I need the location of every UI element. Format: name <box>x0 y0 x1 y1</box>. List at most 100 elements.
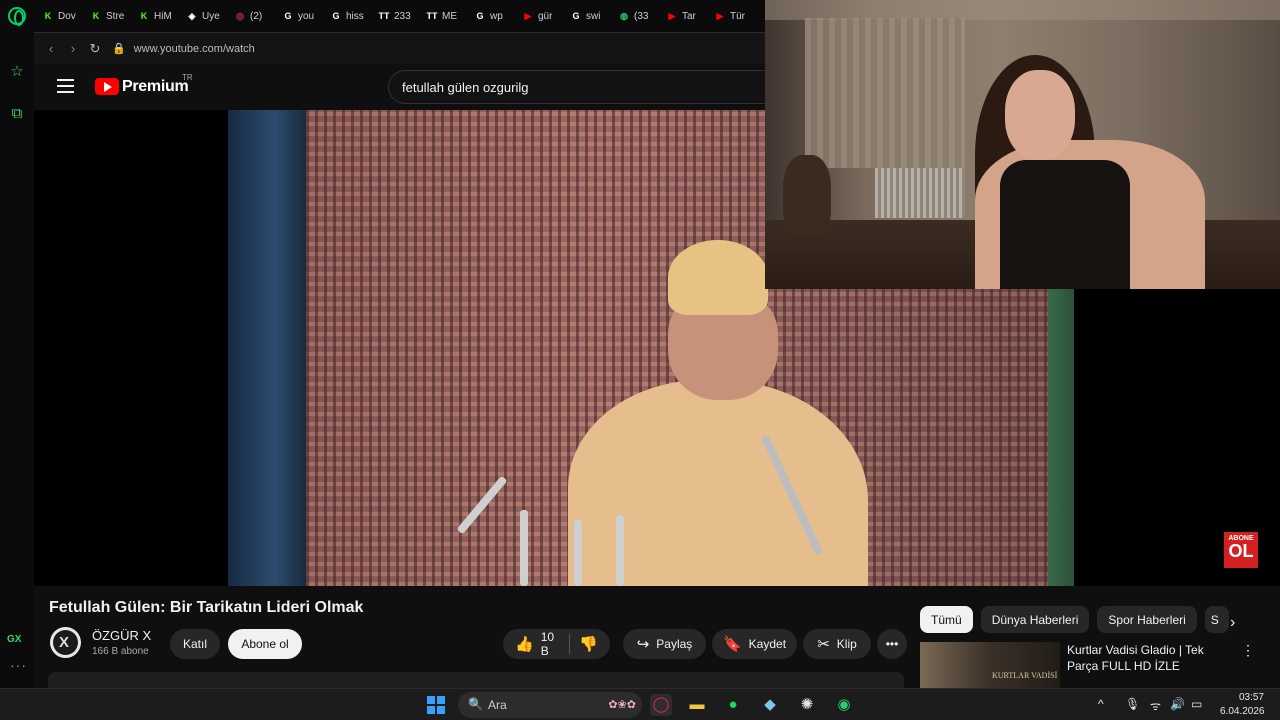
save-label: Kaydet <box>748 637 787 651</box>
browser-tab[interactable]: K HiM <box>130 0 178 32</box>
browser-tab[interactable]: TT ME <box>418 0 466 32</box>
url-field[interactable]: www.youtube.com/watch <box>134 43 255 55</box>
browser-tab-label: (2) <box>250 10 263 22</box>
google-icon: G <box>572 11 580 21</box>
browser-tab-label: Uye <box>202 10 220 22</box>
windows-start-icon[interactable] <box>427 696 445 714</box>
battery-icon[interactable]: ▭ <box>1191 697 1202 711</box>
browser-tab[interactable]: Gyou <box>274 0 322 32</box>
clock-date: 6.04.2026 <box>1220 706 1265 717</box>
browser-tab-label: gür <box>538 10 553 22</box>
spotify-icon[interactable]: ● <box>722 694 744 716</box>
microphone-icon[interactable]: 🎙 <box>1125 697 1140 711</box>
browser-tab-label: Dov <box>58 10 76 22</box>
taskbar-search[interactable]: 🔍 Ara ✿❀✿ <box>458 692 642 718</box>
app-diamond-icon[interactable]: ◆ <box>759 694 781 716</box>
system-clock[interactable]: 03:57 6.04.2026 <box>1220 689 1265 719</box>
clip-label: Klip <box>836 637 857 651</box>
search-box[interactable]: fetullah gülen ozgurilg <box>388 70 768 104</box>
youtube-logo-icon[interactable] <box>95 78 119 95</box>
github-icon: ◈ <box>188 11 196 21</box>
subscribe-button[interactable]: Abone ol <box>228 629 302 659</box>
clip-button[interactable]: ✂ Klip <box>803 629 871 659</box>
browser-tab-label: ME <box>442 10 457 22</box>
hamburger-menu-icon[interactable] <box>57 79 74 93</box>
chip-sports-news[interactable]: Spor Haberleri <box>1097 606 1197 633</box>
browser-tab-label: hiss <box>346 10 364 22</box>
thumbs-down-icon[interactable]: 👎 <box>579 635 598 653</box>
wifi-icon[interactable]: ᯤ <box>1150 697 1161 714</box>
browser-tab[interactable]: K Dov <box>34 0 82 32</box>
kick-icon: K <box>92 11 100 21</box>
chip-world-news[interactable]: Dünya Haberleri <box>980 606 1090 633</box>
browser-tab-label: 233 <box>394 10 411 22</box>
recommendation-title[interactable]: Kurtlar Vadisi Gladio | Tek Parça FULL H… <box>1067 642 1237 674</box>
youtube-header: Premium TR fetullah gülen ozgurilg <box>34 64 768 110</box>
volume-icon[interactable]: 🔊 <box>1170 697 1185 711</box>
chatgpt-icon[interactable]: ✺ <box>796 694 818 716</box>
share-label: Paylaş <box>656 637 693 651</box>
kick-icon: K <box>140 11 148 21</box>
youtube-icon: ▶ <box>716 11 724 21</box>
search-input[interactable]: fetullah gülen ozgurilg <box>402 80 528 95</box>
search-highlight-icon: ✿❀✿ <box>608 699 636 711</box>
thumbs-up-icon[interactable]: 👍 <box>515 635 534 653</box>
streamer-face <box>1005 70 1075 160</box>
back-icon[interactable]: ‹ <box>40 41 62 56</box>
forward-icon[interactable]: › <box>62 41 84 56</box>
browser-tab[interactable]: ▶ Tür <box>706 0 754 32</box>
browser-tab[interactable]: Ghiss <box>322 0 370 32</box>
browser-tab[interactable]: TT 233 <box>370 0 418 32</box>
subscriber-count: 166 B abone <box>92 646 149 657</box>
more-actions-button[interactable]: ••• <box>877 629 907 659</box>
app-green-icon[interactable]: ◉ <box>833 694 855 716</box>
scissors-icon: ✂ <box>817 636 830 653</box>
more-icon[interactable]: ··· <box>10 657 27 673</box>
opera-gx-logo-icon[interactable] <box>8 7 26 26</box>
browser-tab[interactable]: ◍ (33 <box>610 0 658 32</box>
browser-tab[interactable]: ▶ gür <box>514 0 562 32</box>
windows-taskbar: 🔍 Ara ✿❀✿ ◯ ▬ ● ◆ ✺ ◉ ^ 🎙 ᯤ 🔊 ▭ 03:57 6.… <box>0 688 1280 720</box>
save-button[interactable]: 🔖 Kaydet <box>712 629 797 659</box>
taskbar-search-placeholder: Ara <box>488 698 507 712</box>
youtube-icon: ▶ <box>668 11 676 21</box>
chevron-up-icon[interactable]: ^ <box>1098 697 1104 711</box>
more-horizontal-icon: ••• <box>885 637 899 651</box>
browser-tab-label: wp <box>490 10 503 22</box>
player-icon[interactable]: ⧉ <box>9 106 25 122</box>
like-count[interactable]: 10 B <box>541 630 559 658</box>
like-dislike-group: 👍 10 B 👎 <box>503 629 610 659</box>
join-button[interactable]: Katıl <box>170 629 220 659</box>
chip-all[interactable]: Tümü <box>920 606 973 633</box>
kick-icon: K <box>44 11 52 21</box>
reload-icon[interactable]: ↻ <box>84 41 106 57</box>
file-explorer-icon[interactable]: ▬ <box>686 694 708 716</box>
chip-truncated[interactable]: S <box>1204 606 1229 633</box>
browser-tab[interactable]: Gwp <box>466 0 514 32</box>
opera-gx-app-icon[interactable]: ◯ <box>650 694 672 716</box>
channel-name[interactable]: ÖZGÜR X <box>92 628 151 643</box>
browser-tab-label: (33 <box>634 10 649 22</box>
share-button[interactable]: ↪ Paylaş <box>623 629 706 659</box>
recommendation-thumbnail[interactable]: KURTLAR VADİSİ <box>920 642 1060 688</box>
browser-tab[interactable]: ◈ Uye <box>178 0 226 32</box>
description-box[interactable] <box>48 672 904 688</box>
lock-icon[interactable]: 🔒 <box>112 42 126 55</box>
chevron-right-icon[interactable]: › <box>1230 614 1235 632</box>
gx-control-label[interactable]: GX <box>7 634 21 645</box>
browser-tab-label: you <box>298 10 315 22</box>
search-icon: 🔍 <box>468 697 483 711</box>
browser-tab[interactable]: ▶ Tar <box>658 0 706 32</box>
browser-tab[interactable]: K Stre <box>82 0 130 32</box>
teddy-bear <box>783 155 831 235</box>
star-icon[interactable]: ☆ <box>9 64 25 80</box>
more-vertical-icon[interactable]: ⋮ <box>1241 642 1255 659</box>
channel-avatar[interactable] <box>50 627 81 658</box>
browser-tab[interactable]: Gswi <box>562 0 610 32</box>
subscribe-badge[interactable]: ABONE OL <box>1224 532 1258 568</box>
browser-tab[interactable]: ◎ (2) <box>226 0 274 32</box>
tt-icon: TT <box>378 11 390 21</box>
youtube-premium-brand[interactable]: Premium <box>122 78 189 96</box>
google-icon: G <box>284 11 292 21</box>
browser-tab-label: Tar <box>682 10 696 22</box>
